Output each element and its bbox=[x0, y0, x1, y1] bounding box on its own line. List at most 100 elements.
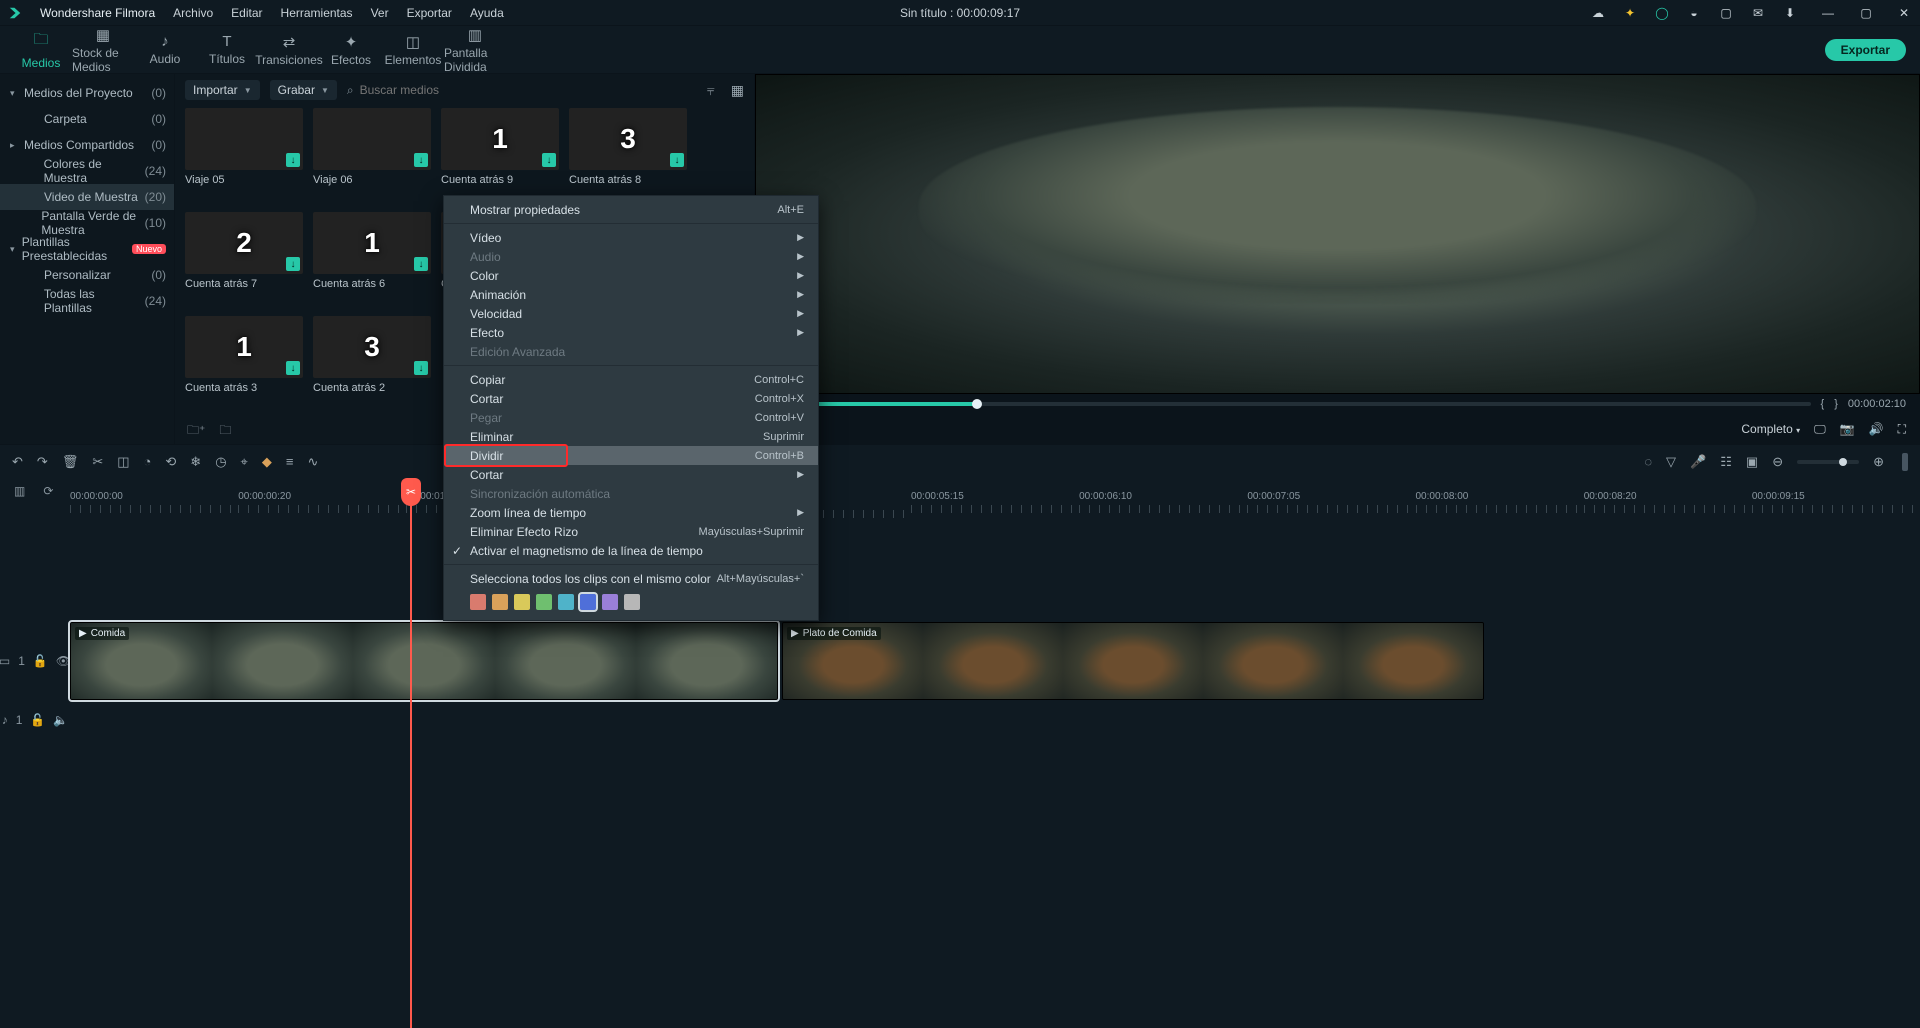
download-icon[interactable]: ↓ bbox=[414, 361, 428, 375]
media-thumbnail[interactable]: 1↓Cuenta atrás 9 bbox=[441, 108, 559, 186]
track-mute-icon[interactable]: 🔈 bbox=[53, 713, 68, 727]
render-icon[interactable]: ◌ bbox=[1644, 454, 1652, 469]
sidebar-item[interactable]: ▾Medios del Proyecto(0) bbox=[0, 80, 174, 106]
download-icon[interactable]: ↓ bbox=[414, 257, 428, 271]
menu-exportar[interactable]: Exportar bbox=[407, 6, 452, 20]
adjust-icon[interactable]: ≡ bbox=[286, 454, 294, 469]
bulb-icon[interactable]: ✦ bbox=[1622, 5, 1638, 21]
delete-icon[interactable]: 🗑 bbox=[62, 454, 79, 470]
playhead-scissors-icon[interactable]: ✂ bbox=[401, 478, 421, 506]
color-swatch[interactable] bbox=[602, 594, 618, 610]
zoom-out-icon[interactable]: ⊖ bbox=[1772, 454, 1783, 470]
tab-transiciones[interactable]: ⇄Transiciones bbox=[258, 26, 320, 74]
mail-icon[interactable]: ✉ bbox=[1750, 5, 1766, 21]
speed-ramp-icon[interactable]: ◔ bbox=[144, 454, 152, 469]
context-menu-item[interactable]: Eliminar Efecto RizoMayúsculas+Suprimir bbox=[444, 522, 818, 541]
timeline-ruler[interactable]: 00:00:00:0000:00:00:2000:00:01:1500:00:0… bbox=[0, 482, 1920, 510]
timeline-clip[interactable]: ▶Comida bbox=[70, 622, 778, 700]
crop-icon[interactable]: ◫ bbox=[117, 454, 129, 470]
zoom-in-icon[interactable]: ⊕ bbox=[1873, 454, 1884, 470]
media-thumbnail[interactable]: ↓Viaje 06 bbox=[313, 108, 431, 186]
audio-wave-icon[interactable]: ∿ bbox=[307, 454, 318, 470]
window-maximize[interactable]: ▢ bbox=[1858, 5, 1874, 21]
tab-medios[interactable]: 🗀Medios bbox=[10, 26, 72, 74]
zoom-slider[interactable] bbox=[1797, 460, 1859, 464]
sidebar-item[interactable]: ▾Plantillas PreestablecidasNuevo bbox=[0, 236, 174, 262]
mic-icon[interactable]: 🎤 bbox=[1690, 454, 1706, 470]
track-visibility-icon[interactable]: 👁 bbox=[56, 654, 71, 668]
tab-split[interactable]: ▥Pantalla Dividida bbox=[444, 26, 506, 74]
download-icon[interactable]: ↓ bbox=[286, 361, 300, 375]
context-menu-item[interactable]: Animación▶ bbox=[444, 285, 818, 304]
undo-icon[interactable]: ↶ bbox=[12, 454, 23, 470]
color-swatch[interactable] bbox=[514, 594, 530, 610]
menu-archivo[interactable]: Archivo bbox=[173, 6, 213, 20]
record-button[interactable]: Grabar▼ bbox=[270, 80, 337, 100]
context-menu-item[interactable]: Cortar▶ bbox=[444, 465, 818, 484]
new-folder-icon[interactable]: 🗀⁺ bbox=[187, 421, 205, 442]
import-button[interactable]: Importar▼ bbox=[185, 80, 260, 100]
sidebar-item[interactable]: ▸Personalizar(0) bbox=[0, 262, 174, 288]
snapshot-icon[interactable]: ▣ bbox=[1746, 454, 1758, 470]
sidebar-item[interactable]: ▸Pantalla Verde de Muestra(10) bbox=[0, 210, 174, 236]
duration-icon[interactable]: ◷ bbox=[215, 454, 226, 470]
playhead[interactable]: ✂ bbox=[410, 478, 412, 1028]
context-menu-item[interactable]: Selecciona todos los clips con el mismo … bbox=[444, 569, 818, 588]
context-menu-item[interactable]: Zoom línea de tiempo▶ bbox=[444, 503, 818, 522]
cloud-icon[interactable]: ☁ bbox=[1590, 5, 1606, 21]
download-icon[interactable]: ↓ bbox=[414, 153, 428, 167]
track-audio-icon[interactable]: ♪ bbox=[2, 713, 8, 727]
download-icon[interactable]: ⬇ bbox=[1782, 5, 1798, 21]
brace-left-icon[interactable]: { bbox=[1821, 398, 1825, 410]
window-minimize[interactable]: — bbox=[1820, 5, 1836, 21]
export-button[interactable]: Exportar bbox=[1825, 39, 1906, 61]
media-thumbnail[interactable]: 1↓Cuenta atrás 6 bbox=[313, 212, 431, 290]
context-menu-item[interactable]: Efecto▶ bbox=[444, 323, 818, 342]
context-menu-item[interactable]: CopiarControl+C bbox=[444, 370, 818, 389]
color-swatch[interactable] bbox=[492, 594, 508, 610]
grid-view-icon[interactable]: ▦ bbox=[731, 82, 744, 99]
sidebar-item[interactable]: ▸Carpeta(0) bbox=[0, 106, 174, 132]
track-lock-icon[interactable]: 🔓 bbox=[30, 713, 45, 727]
search-box[interactable]: ⌕ bbox=[347, 83, 691, 98]
media-thumbnail[interactable]: 3↓Cuenta atrás 2 bbox=[313, 316, 431, 394]
folder-icon[interactable]: 🗀 bbox=[219, 421, 231, 442]
quality-dropdown[interactable]: Completo ▾ bbox=[1741, 422, 1800, 436]
clip-context-menu[interactable]: Mostrar propiedadesAlt+EVídeo▶Audio▶Colo… bbox=[443, 195, 819, 621]
preview-video[interactable] bbox=[755, 74, 1920, 394]
menu-ayuda[interactable]: Ayuda bbox=[470, 6, 504, 20]
headphones-icon[interactable]: ◯ bbox=[1654, 5, 1670, 21]
tab-stock[interactable]: ▦Stock de Medios bbox=[72, 26, 134, 74]
preview-progress[interactable] bbox=[769, 402, 1811, 406]
context-menu-item[interactable]: Color▶ bbox=[444, 266, 818, 285]
monitor-icon[interactable]: 🖵 bbox=[1814, 422, 1826, 437]
subtitles-icon[interactable]: ☷ bbox=[1720, 454, 1732, 470]
redo-icon[interactable]: ↷ bbox=[37, 454, 48, 470]
track-video-icon[interactable]: ▭ bbox=[0, 654, 10, 668]
tab-elementos[interactable]: ◫Elementos bbox=[382, 26, 444, 74]
timeline-clip[interactable]: ▶Plato de Comida bbox=[782, 622, 1484, 700]
marker-icon[interactable]: ▽ bbox=[1666, 454, 1676, 470]
sidebar-item[interactable]: ▸Video de Muestra(20) bbox=[0, 184, 174, 210]
save-icon[interactable]: ▢ bbox=[1718, 5, 1734, 21]
camera-icon[interactable]: 📷 bbox=[1840, 422, 1855, 436]
cut-icon[interactable]: ✂ bbox=[92, 454, 103, 470]
video-track-clips[interactable]: ▶Comida▶Plato de Comida bbox=[70, 620, 1920, 702]
context-menu-item[interactable]: EliminarSuprimir bbox=[444, 427, 818, 446]
sidebar-item[interactable]: ▸Colores de Muestra(24) bbox=[0, 158, 174, 184]
color-swatch[interactable] bbox=[624, 594, 640, 610]
media-thumbnail[interactable]: ↓Viaje 05 bbox=[185, 108, 303, 186]
context-menu-item[interactable]: DividirControl+B bbox=[444, 446, 818, 465]
download-icon[interactable]: ↓ bbox=[286, 153, 300, 167]
window-close[interactable]: ✕ bbox=[1896, 5, 1912, 21]
color-swatch[interactable] bbox=[470, 594, 486, 610]
brace-right-icon[interactable]: } bbox=[1834, 398, 1838, 410]
color-swatch[interactable] bbox=[580, 594, 596, 610]
media-thumbnail[interactable]: 2↓Cuenta atrás 7 bbox=[185, 212, 303, 290]
download-icon[interactable]: ↓ bbox=[670, 153, 684, 167]
search-input[interactable] bbox=[360, 83, 691, 97]
context-menu-item[interactable]: Velocidad▶ bbox=[444, 304, 818, 323]
download-icon[interactable]: ↓ bbox=[542, 153, 556, 167]
tab-titulos[interactable]: TTítulos bbox=[196, 26, 258, 74]
context-menu-item[interactable]: ✓Activar el magnetismo de la línea de ti… bbox=[444, 541, 818, 560]
